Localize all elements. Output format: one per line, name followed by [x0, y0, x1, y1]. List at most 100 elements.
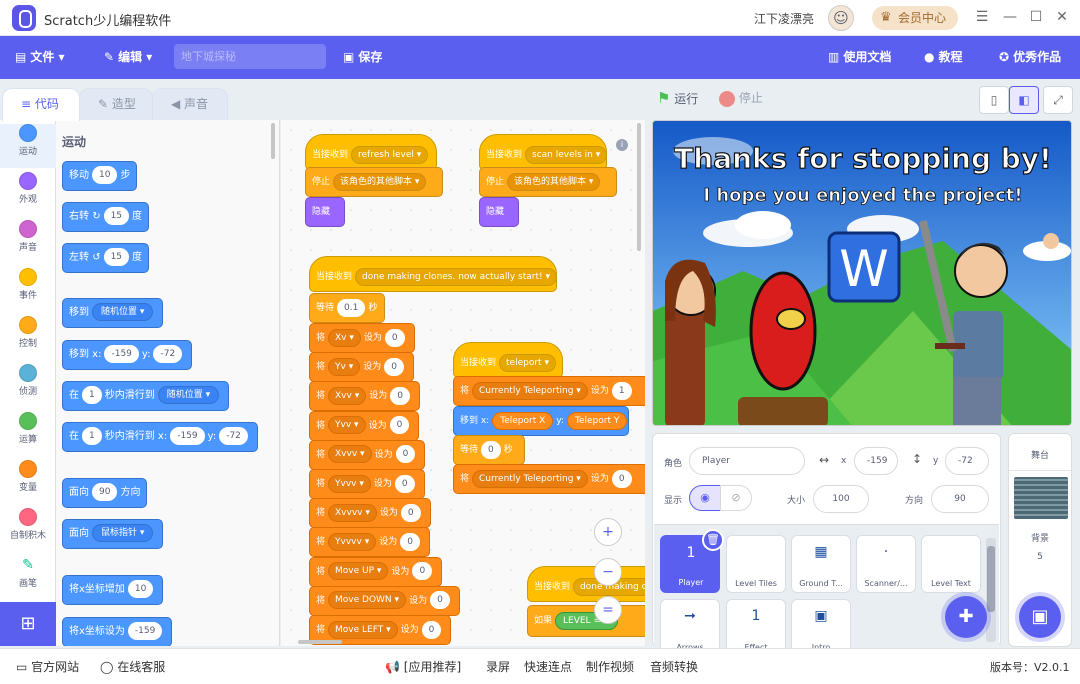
- hide-sprite-button[interactable]: ⊘: [720, 485, 752, 511]
- stop-dropdown[interactable]: 该角色的其他脚本 ▾: [333, 172, 427, 191]
- add-backdrop-button[interactable]: ▣: [1019, 596, 1061, 638]
- value-input[interactable]: 0: [421, 620, 442, 639]
- block-set-variable[interactable]: 将 Xvvv ▾ 设为 0: [309, 439, 426, 470]
- goto-dropdown[interactable]: 随机位置 ▾: [92, 303, 154, 321]
- sprite-tile[interactable]: Level Text: [921, 535, 981, 593]
- value-input[interactable]: 0: [400, 532, 420, 551]
- block-set-variable[interactable]: 将 Currently Teleporting ▾ 设为 0: [453, 464, 645, 494]
- category-looks[interactable]: 外观: [0, 172, 56, 216]
- variable-dropdown[interactable]: Currently Teleporting ▾: [472, 469, 588, 488]
- block-if[interactable]: 如果LEVEL = 4: [527, 605, 645, 637]
- add-extension-button[interactable]: ⊞: [0, 602, 56, 646]
- show-sprite-button[interactable]: ◉: [689, 485, 721, 511]
- block-change-x[interactable]: 将x坐标增加 10: [62, 575, 164, 605]
- close-icon[interactable]: ✕: [1054, 9, 1070, 25]
- x-input[interactable]: -159: [170, 427, 205, 445]
- stop-button[interactable]: 停止: [719, 89, 763, 107]
- value-input[interactable]: 0: [611, 469, 632, 488]
- x-position-input[interactable]: -159: [854, 447, 898, 475]
- y-position-input[interactable]: -72: [945, 447, 989, 475]
- hat-when-receive[interactable]: 当接收到 teleport ▾: [453, 342, 563, 378]
- block-glide-xy[interactable]: 在 1 秒内滑行到 x: -159 y: -72: [62, 422, 258, 452]
- x-input[interactable]: -159: [104, 345, 139, 363]
- make-video-link[interactable]: 制作视频: [586, 658, 634, 675]
- value-input[interactable]: 0: [395, 445, 416, 464]
- value-input[interactable]: 0: [430, 591, 450, 610]
- category-events[interactable]: 事件: [0, 268, 56, 312]
- direction-input[interactable]: 90: [92, 483, 118, 501]
- block-set-variable[interactable]: 将 Yvv ▾ 设为 0: [309, 410, 420, 441]
- block-set-variable[interactable]: 将 Xvv ▾ 设为 0: [309, 381, 420, 412]
- hat-when-receive[interactable]: 当接收到 refresh level ▾: [305, 134, 437, 170]
- sprite-list-scrollbar[interactable]: [986, 538, 996, 642]
- category-operators[interactable]: 运算: [0, 412, 56, 456]
- message-dropdown[interactable]: teleport ▾: [499, 353, 556, 372]
- variable-dropdown[interactable]: Xv ▾: [328, 328, 361, 347]
- value-input[interactable]: 0: [394, 474, 415, 493]
- category-pen[interactable]: ✎ 画笔: [0, 556, 56, 600]
- hat-when-receive[interactable]: 当接收到 done making c: [527, 566, 645, 602]
- teleport-y-reporter[interactable]: Teleport Y: [566, 411, 628, 430]
- variable-dropdown[interactable]: Move LEFT ▾: [328, 620, 398, 639]
- direction-input[interactable]: 90: [931, 485, 989, 513]
- towards-dropdown[interactable]: 鼠标指针 ▾: [92, 524, 154, 542]
- category-sensing[interactable]: 侦测: [0, 364, 56, 408]
- block-set-variable[interactable]: 将 Xv ▾ 设为 0: [309, 323, 415, 353]
- block-turn-left[interactable]: 左转 ↺ 15 度: [62, 243, 150, 273]
- zoom-out-button[interactable]: −: [594, 558, 622, 586]
- variable-dropdown[interactable]: Xvvvv ▾: [328, 503, 377, 522]
- audio-convert-link[interactable]: 音频转换: [650, 658, 698, 675]
- script-area[interactable]: 当接收到 refresh level ▾ 停止 该角色的其他脚本 ▾ 隐藏 当接收到…: [281, 120, 645, 646]
- edit-menu[interactable]: ✎ 编辑 ▾: [104, 36, 152, 79]
- degrees-input[interactable]: 15: [103, 248, 130, 266]
- secs-input[interactable]: 1: [82, 386, 102, 404]
- normal-stage-button[interactable]: ◧: [1009, 86, 1039, 114]
- sprite-tile[interactable]: 1 Player 🗑: [660, 529, 724, 593]
- block-set-x[interactable]: 将x坐标设为 -159: [62, 617, 173, 646]
- y-input[interactable]: -72: [219, 427, 248, 445]
- zoom-in-button[interactable]: +: [594, 518, 622, 546]
- block-set-variable[interactable]: 将 Yvvv ▾ 设为 0: [309, 469, 425, 499]
- variable-dropdown[interactable]: Yvvv ▾: [328, 474, 371, 493]
- file-menu[interactable]: ▤ 文件 ▾: [15, 36, 65, 79]
- block-hide[interactable]: 隐藏: [305, 197, 345, 227]
- sprite-tile[interactable]: ▦ Ground T...: [791, 535, 851, 593]
- block-goto[interactable]: 移到 随机位置 ▾: [62, 298, 164, 328]
- delete-sprite-button[interactable]: 🗑: [702, 529, 724, 551]
- set-x-input[interactable]: -159: [127, 622, 163, 640]
- block-hide[interactable]: 隐藏: [479, 197, 519, 227]
- avatar[interactable]: ☺: [828, 5, 854, 31]
- category-motion[interactable]: 运动: [0, 124, 56, 168]
- save-button[interactable]: ▣ 保存: [343, 36, 382, 79]
- block-stop[interactable]: 停止 该角色的其他脚本 ▾: [305, 167, 443, 197]
- block-wait[interactable]: 等待 0 秒: [453, 435, 525, 465]
- steps-input[interactable]: 10: [92, 166, 118, 184]
- block-stop[interactable]: 停止 该角色的其他脚本 ▾: [479, 167, 617, 197]
- category-myblocks[interactable]: 自制积木: [0, 508, 56, 552]
- block-move-steps[interactable]: 移动 10 步: [62, 161, 138, 191]
- docs-button[interactable]: ▥ 使用文档: [828, 36, 891, 79]
- sprite-name-input[interactable]: Player: [689, 447, 805, 475]
- run-button[interactable]: ⚑ 运行: [657, 89, 698, 107]
- wait-input[interactable]: 0: [481, 440, 501, 459]
- sprite-tile[interactable]: · Scanner/...: [856, 535, 916, 593]
- block-goto-xy[interactable]: 移到 x: -159 y: -72: [62, 340, 193, 370]
- official-site-link[interactable]: ▭ 官方网站: [16, 658, 79, 675]
- recorder-link[interactable]: 录屏: [486, 658, 510, 675]
- variable-dropdown[interactable]: Yvv ▾: [328, 416, 366, 435]
- block-set-variable[interactable]: 将 Currently Teleporting ▾ 设为 1: [453, 376, 645, 406]
- category-variables[interactable]: 变量: [0, 460, 56, 504]
- block-point-towards[interactable]: 面向 鼠标指针 ▾: [62, 519, 164, 549]
- block-set-variable[interactable]: 将 Yvvvv ▾ 设为 0: [309, 527, 430, 558]
- block-set-variable[interactable]: 将 Move DOWN ▾ 设为 0: [309, 585, 460, 616]
- message-dropdown[interactable]: done making clones. now actually start! …: [355, 267, 558, 286]
- menu-icon[interactable]: ☰: [974, 9, 990, 25]
- script-scrollbar-vertical[interactable]: [637, 123, 641, 251]
- block-set-variable[interactable]: 将 Yv ▾ 设为 0: [309, 352, 414, 383]
- block-set-variable[interactable]: 将 Move UP ▾ 设为 0: [309, 556, 443, 587]
- stop-dropdown[interactable]: 该角色的其他脚本 ▾: [507, 172, 601, 191]
- value-input[interactable]: 0: [390, 386, 410, 405]
- variable-dropdown[interactable]: Xvvv ▾: [328, 445, 372, 464]
- backdrop-thumbnail[interactable]: [1014, 477, 1068, 519]
- minimize-icon[interactable]: —: [1002, 9, 1018, 25]
